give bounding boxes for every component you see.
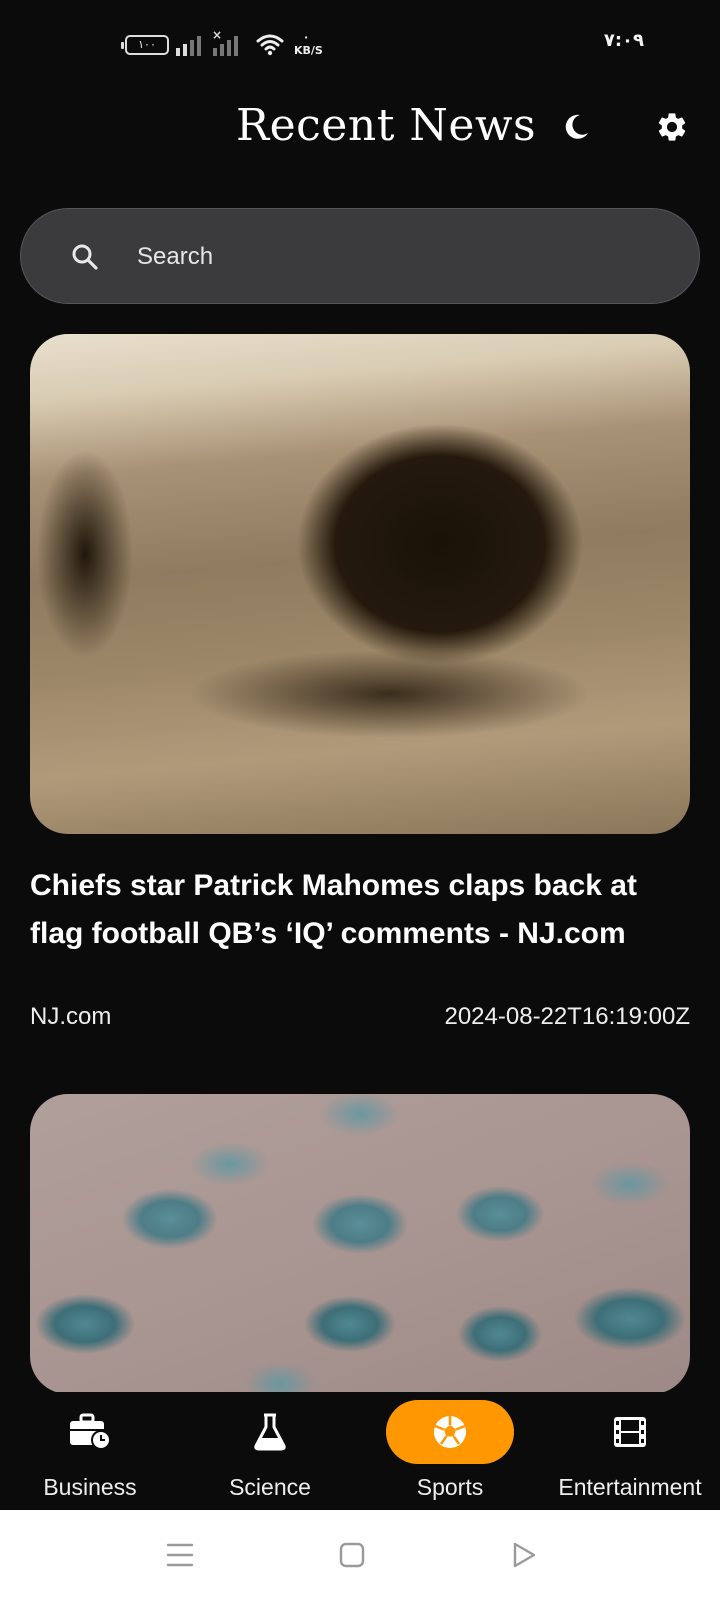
network-speed: KB/S xyxy=(294,31,323,57)
nav-item-entertainment[interactable]: Entertainment xyxy=(540,1392,720,1510)
article-date: 2024-08-22T16:19:00Z xyxy=(444,1003,690,1030)
status-bar: ۱۰۰ × KB/S ۷:۰۹ xyxy=(0,0,720,86)
page-title: Recent News xyxy=(236,100,537,151)
film-icon xyxy=(614,1417,646,1447)
nav-label: Sports xyxy=(416,1474,484,1500)
search-icon xyxy=(72,244,98,270)
recent-apps-button[interactable] xyxy=(160,1538,200,1572)
menu-icon xyxy=(166,1543,194,1567)
article-source: NJ.com xyxy=(30,1003,112,1030)
nav-item-science[interactable]: Science xyxy=(180,1392,360,1510)
article-image[interactable] xyxy=(30,334,690,834)
soccer-ball-icon xyxy=(434,1416,466,1448)
settings-button[interactable] xyxy=(648,103,696,151)
nav-label: Business xyxy=(43,1474,137,1500)
nav-label: Science xyxy=(229,1474,311,1500)
back-button[interactable] xyxy=(504,1538,544,1572)
wifi-icon xyxy=(256,34,284,56)
gear-icon xyxy=(658,113,686,141)
search-bar[interactable] xyxy=(20,208,700,304)
article-image[interactable] xyxy=(30,1094,690,1394)
battery-level: ۱۰۰ xyxy=(138,38,156,51)
briefcase-clock-icon xyxy=(70,1413,111,1450)
system-navigation-bar xyxy=(0,1510,720,1600)
nav-item-sports[interactable]: Sports xyxy=(360,1392,540,1510)
moon-icon xyxy=(565,114,588,139)
search-input[interactable] xyxy=(137,237,657,277)
signal-no-sim-icon: × xyxy=(212,28,243,56)
home-icon xyxy=(339,1542,365,1568)
battery-icon: ۱۰۰ xyxy=(121,35,169,55)
nav-label: Entertainment xyxy=(558,1474,702,1500)
flask-icon xyxy=(254,1413,286,1451)
home-button[interactable] xyxy=(332,1538,372,1572)
signal-icon xyxy=(176,34,206,56)
dark-mode-toggle[interactable] xyxy=(552,103,600,151)
article-title[interactable]: Chiefs star Patrick Mahomes claps back a… xyxy=(30,862,690,958)
nav-item-business[interactable]: Business xyxy=(0,1392,180,1510)
bottom-navigation: Business Science Sports Entertainment xyxy=(0,1392,720,1510)
status-time: ۷:۰۹ xyxy=(603,30,644,51)
back-icon xyxy=(513,1542,536,1568)
